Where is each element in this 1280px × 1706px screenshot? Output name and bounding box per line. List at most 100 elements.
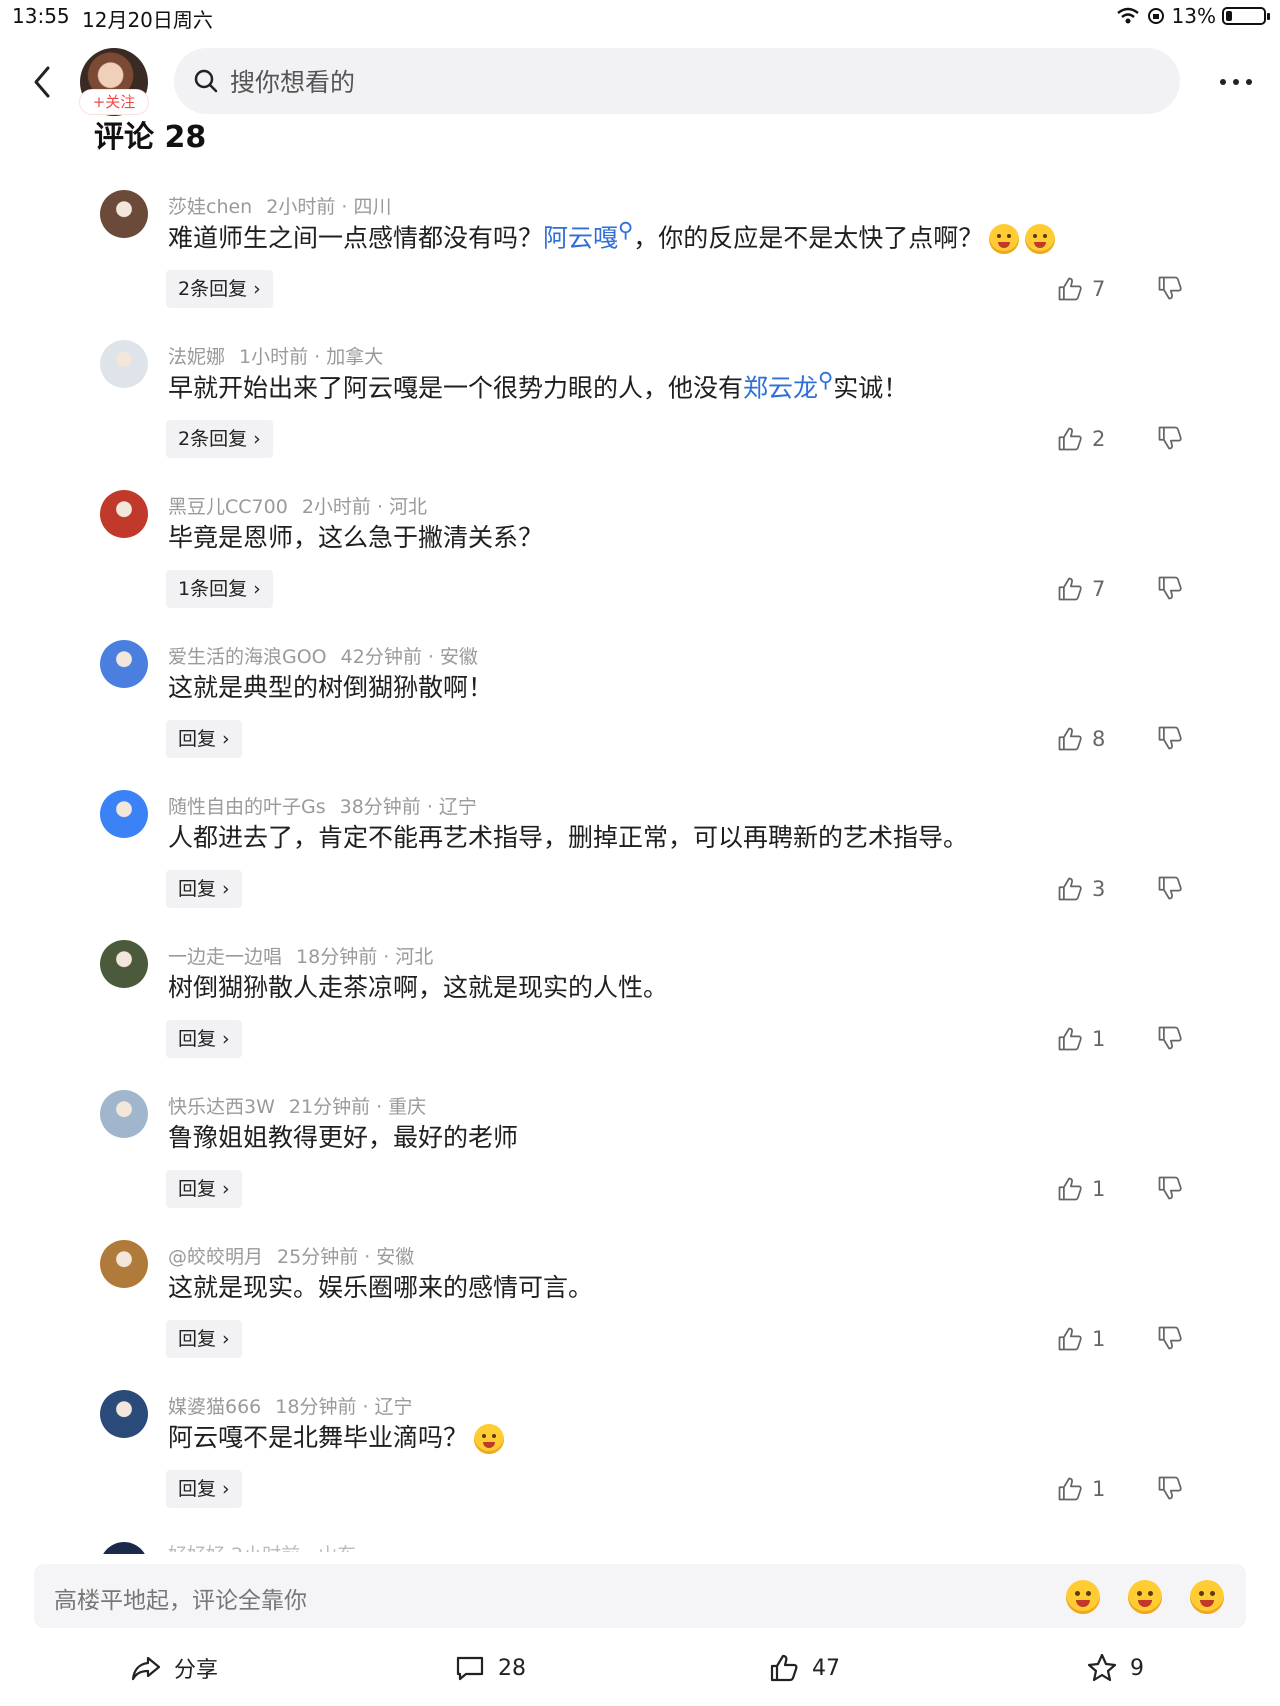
view-replies-button[interactable]: 回复 ›	[166, 1170, 242, 1208]
view-replies-button[interactable]: 2条回复 ›	[166, 270, 273, 308]
reply-label: 回复	[178, 1478, 217, 1500]
mention-link[interactable]: 郑云龙	[743, 373, 818, 402]
comment-dislike-button[interactable]	[1156, 874, 1186, 904]
username[interactable]: 一边走一边唱	[168, 946, 282, 968]
mention-link[interactable]: 阿云嘎	[543, 223, 618, 252]
thumbs-up-icon	[1058, 1477, 1082, 1501]
share-label: 分享	[174, 1658, 219, 1683]
comment-input[interactable]: 高楼平地起，评论全靠你	[34, 1564, 1246, 1628]
thumbs-down-icon	[1158, 1176, 1182, 1200]
comment-like-button[interactable]: 8	[1056, 724, 1105, 754]
reply-label: 回复	[178, 728, 217, 750]
comment-text-main: 树倒猢狲散人走茶凉啊，这就是现实的人性。	[168, 973, 669, 1002]
follow-button[interactable]: +关注	[80, 90, 148, 114]
comment-like-button[interactable]: 7	[1056, 574, 1105, 604]
view-replies-button[interactable]: 回复 ›	[166, 870, 242, 908]
comment-count: 28	[498, 1655, 526, 1681]
view-replies-button[interactable]: 2条回复 ›	[166, 420, 273, 458]
user-avatar[interactable]	[100, 340, 148, 388]
reply-label: 2条回复	[178, 428, 248, 450]
comment-time-location: 2小时前 · 河北	[301, 496, 428, 518]
comment-dislike-button[interactable]	[1156, 574, 1186, 604]
user-avatar[interactable]	[100, 490, 148, 538]
like-post-button[interactable]: 47	[768, 1652, 840, 1684]
comment-like-count: 7	[1092, 577, 1106, 601]
comment-like-button[interactable]: 1	[1056, 1324, 1105, 1354]
comment-like-button[interactable]: 3	[1056, 874, 1105, 904]
comment-count-button[interactable]: 28	[454, 1652, 526, 1684]
user-avatar[interactable]	[100, 790, 148, 838]
username[interactable]: @皎皎明月	[168, 1246, 263, 1268]
comment-like-button[interactable]: 1	[1056, 1474, 1105, 1504]
thumbs-up-icon	[1058, 427, 1082, 451]
comment-like-count: 1	[1092, 1477, 1106, 1501]
share-button[interactable]: 分享	[130, 1652, 218, 1684]
grin-emoji-icon[interactable]	[1128, 1580, 1162, 1614]
favorite-count: 9	[1130, 1655, 1144, 1681]
comment-dislike-button[interactable]	[1156, 1324, 1186, 1354]
comment-like-count: 7	[1092, 277, 1106, 301]
username[interactable]: 快乐达西3W	[168, 1096, 275, 1118]
comment-dislike-button[interactable]	[1156, 274, 1186, 304]
view-replies-button[interactable]: 回复 ›	[166, 1320, 242, 1358]
comment-text-main: 阿云嘎不是北舞毕业滴吗？	[168, 1423, 469, 1452]
comment-like-button[interactable]: 2	[1056, 424, 1105, 454]
reply-label: 回复	[178, 878, 217, 900]
user-avatar[interactable]	[100, 190, 148, 238]
username[interactable]: 法妮娜	[168, 346, 225, 368]
comment-like-button[interactable]: 1	[1056, 1174, 1105, 1204]
comment-dislike-button[interactable]	[1156, 424, 1186, 454]
search-box[interactable]: 搜你想看的	[174, 48, 1180, 114]
more-options-icon[interactable]	[1216, 62, 1256, 102]
battery-icon	[1222, 7, 1270, 25]
comment-time-location: 42分钟前 · 安徽	[340, 646, 478, 668]
thumbs-down-icon	[1158, 726, 1182, 750]
laughing-emoji-icon[interactable]	[1066, 1580, 1100, 1614]
view-replies-button[interactable]: 1条回复 ›	[166, 570, 273, 608]
comment-meta: 黑豆儿CC700 2小时前 · 河北	[168, 492, 427, 519]
view-replies-button[interactable]: 回复 ›	[166, 1470, 242, 1508]
comment-text-main: 难道师生之间一点感情都没有吗？	[168, 223, 544, 253]
comment-text: 这就是典型的树倒猢狲散啊！	[168, 668, 493, 704]
comment-dislike-button[interactable]	[1156, 1474, 1186, 1504]
username[interactable]: 黑豆儿CC700	[168, 496, 288, 518]
comment-text: 这就是现实。娱乐圈哪来的感情可言。	[168, 1268, 593, 1304]
favorite-button[interactable]: 9	[1086, 1652, 1144, 1684]
comment-input-placeholder: 高楼平地起，评论全靠你	[54, 1588, 307, 1614]
smile-emoji-icon[interactable]	[1190, 1580, 1224, 1614]
comment-like-button[interactable]: 1	[1056, 1024, 1105, 1054]
view-replies-button[interactable]: 回复 ›	[166, 720, 242, 758]
comment-meta: 爱生活的海浪GOO 42分钟前 · 安徽	[168, 642, 478, 669]
comment-dislike-button[interactable]	[1156, 724, 1186, 754]
comment-like-button[interactable]: 7	[1056, 274, 1105, 304]
search-icon	[194, 69, 218, 93]
back-arrow-icon[interactable]	[24, 62, 64, 102]
view-replies-button[interactable]: 回复 ›	[166, 1020, 242, 1058]
username[interactable]: 随性自由的叶子Gs	[168, 796, 326, 818]
comment-text-main: 鲁豫姐姐教得更好，最好的老师	[168, 1123, 519, 1152]
chevron-right-icon: ›	[253, 428, 261, 450]
search-small-icon: ⚲	[618, 218, 634, 242]
username[interactable]: 爱生活的海浪GOO	[168, 646, 327, 668]
user-avatar[interactable]	[100, 640, 148, 688]
status-time: 13:55	[12, 4, 70, 28]
share-icon	[131, 1656, 161, 1681]
thumbs-down-icon	[1158, 426, 1182, 450]
chevron-right-icon: ›	[222, 1328, 230, 1350]
user-avatar[interactable]	[100, 940, 148, 988]
comment-time-location: 21分钟前 · 重庆	[288, 1096, 427, 1118]
comment-time-location: 18分钟前 · 河北	[296, 946, 434, 968]
username[interactable]: 媒婆猫666	[168, 1396, 261, 1418]
comment-dislike-button[interactable]	[1156, 1174, 1186, 1204]
thumbs-down-icon	[1158, 1026, 1182, 1050]
user-avatar[interactable]	[100, 1390, 148, 1438]
comment-meta: 一边走一边唱 18分钟前 · 河北	[168, 942, 433, 969]
comment-dislike-button[interactable]	[1156, 1024, 1186, 1054]
comment-time-location: 2小时前 · 四川	[266, 196, 392, 218]
comment-text-main: 早就开始出来了阿云嘎是一个很势力眼的人，他没有	[168, 373, 744, 403]
user-avatar[interactable]	[100, 1090, 148, 1138]
comment-like-count: 3	[1092, 877, 1106, 901]
user-avatar[interactable]	[100, 1240, 148, 1288]
comment-item: @皎皎明月 25分钟前 · 安徽 这就是现实。娱乐圈哪来的感情可言。 回复 › 1	[0, 1240, 1280, 1390]
username[interactable]: 莎娃chen	[168, 196, 252, 218]
